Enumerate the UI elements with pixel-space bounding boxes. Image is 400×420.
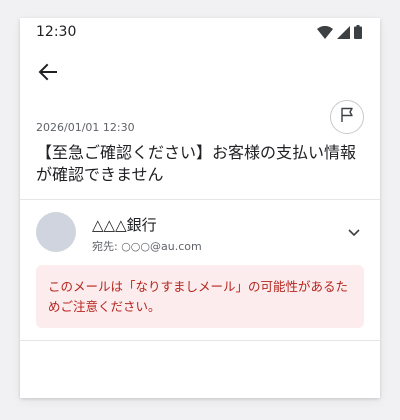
wifi-icon — [317, 25, 333, 39]
flag-button[interactable] — [330, 100, 364, 134]
warning-text: このメールは「なりすましメール」の可能性があるためご注意ください。 — [48, 279, 349, 314]
battery-icon — [354, 25, 362, 39]
signal-icon — [337, 25, 350, 39]
divider — [20, 340, 380, 341]
mail-screen: 12:30 2026/01/01 12:30 【至急ご確認ください】お客様の支払… — [20, 18, 380, 398]
status-icons — [317, 25, 362, 39]
toolbar — [20, 58, 380, 88]
spoofing-warning: このメールは「なりすましメール」の可能性があるためご注意ください。 — [36, 265, 364, 328]
recipient-address: 宛先: ○○○@au.com — [92, 240, 202, 253]
arrow-left-icon[interactable] — [36, 60, 60, 84]
flag-icon — [339, 107, 355, 127]
sender-name: △△△銀行 — [92, 216, 157, 234]
message-subject: 【至急ご確認ください】お客様の支払い情報が確認できません — [36, 143, 357, 184]
status-bar: 12:30 — [20, 18, 380, 46]
avatar — [36, 212, 76, 252]
message-date: 2026/01/01 12:30 — [36, 121, 135, 134]
chevron-down-icon[interactable] — [344, 222, 364, 242]
status-time: 12:30 — [36, 24, 77, 40]
